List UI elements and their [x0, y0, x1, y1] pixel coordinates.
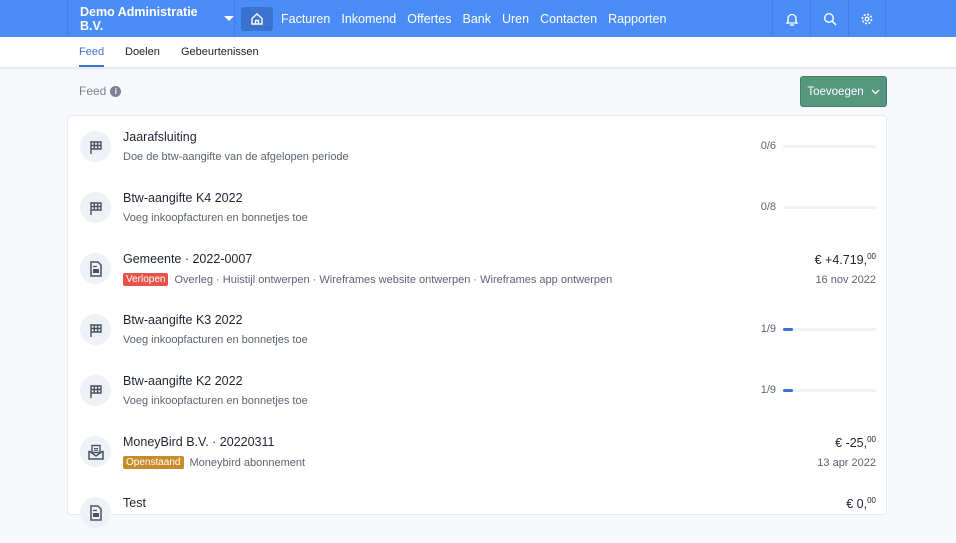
- settings-button[interactable]: [848, 0, 886, 37]
- main-nav: Facturen Inkomend Offertes Bank Uren Con…: [241, 0, 677, 37]
- item-amount: € +4.719,00: [815, 252, 876, 267]
- progress-label: 0/6: [760, 140, 776, 152]
- flag-icon: [80, 131, 111, 162]
- item-title: Gemeente · 2022-0007: [123, 252, 253, 266]
- progress: 0/8: [761, 201, 876, 213]
- add-label: Toevoegen: [807, 85, 864, 98]
- amount-value: € 0,: [846, 497, 868, 512]
- item-title: Test: [123, 496, 146, 510]
- feed-list: Jaarafsluiting Doe de btw-aangifte van de…: [67, 115, 888, 528]
- search-button[interactable]: [810, 0, 848, 37]
- item-date: 13 apr 2022: [817, 457, 876, 469]
- feed-item[interactable]: MoneyBird B.V. · 20220311 Openstaand Money…: [68, 421, 888, 482]
- status-badge: Verlopen: [123, 273, 169, 286]
- progress-fill: [783, 388, 794, 392]
- feed-item[interactable]: Btw-aangifte K4 2022 Voeg inkoopfacturen …: [68, 177, 888, 238]
- item-description: Voeg inkoopfacturen en bonnetjes toe: [123, 395, 308, 407]
- feed-item[interactable]: Btw-aangifte K2 2022 Voeg inkoopfacturen …: [68, 360, 888, 421]
- amount-value: € +4.719,: [814, 253, 868, 268]
- item-desc-text: Moneybird abonnement: [189, 456, 306, 469]
- info-icon[interactable]: i: [110, 85, 122, 97]
- item-title: Btw-aangifte K3 2022: [123, 313, 243, 327]
- item-title: Jaarafsluiting: [123, 130, 197, 144]
- home-icon: [251, 12, 263, 25]
- org-name: Demo Administratie B.V.: [80, 4, 198, 33]
- progress: 0/6: [761, 140, 876, 152]
- progress-bar: [783, 144, 876, 148]
- item-title: Btw-aangifte K2 2022: [123, 374, 243, 388]
- search-icon: [823, 12, 837, 26]
- chevron-down-icon: [871, 89, 880, 94]
- nav-facturen[interactable]: Facturen: [281, 12, 330, 26]
- bell-icon: [784, 13, 799, 26]
- nav-contacten[interactable]: Contacten: [540, 12, 597, 26]
- progress-fill: [783, 327, 794, 331]
- progress: 1/9: [761, 384, 876, 396]
- item-date: 16 nov 2022: [815, 274, 876, 286]
- progress-label: 0/8: [760, 201, 776, 213]
- nav-bank[interactable]: Bank: [462, 12, 491, 26]
- item-amount: € -25,00: [835, 435, 876, 450]
- flag-icon: [80, 375, 111, 406]
- item-desc-text: Voeg inkoopfacturen en bonnetjes toe: [123, 212, 308, 224]
- tab-gebeurtenissen[interactable]: Gebeurtenissen: [181, 37, 259, 67]
- feed-item[interactable]: Gemeente · 2022-0007 Verlopen Overleg · Hu…: [68, 238, 888, 299]
- amount-cents: 00: [867, 435, 876, 444]
- nav-rapporten[interactable]: Rapporten: [608, 12, 666, 26]
- item-description: Doe de btw-aangifte van de afgelopen per…: [123, 151, 349, 163]
- feed-item[interactable]: Jaarafsluiting Doe de btw-aangifte van de…: [68, 116, 888, 177]
- envelope-icon: [80, 436, 111, 467]
- top-bar: Demo Administratie B.V. Facturen Inkomen…: [0, 0, 956, 37]
- feed-item[interactable]: Test € 0,00: [68, 482, 888, 543]
- status-badge: Openstaand: [123, 456, 184, 469]
- amount-cents: 00: [867, 496, 876, 505]
- item-desc-text: Doe de btw-aangifte van de afgelopen per…: [123, 151, 349, 163]
- item-description: Voeg inkoopfacturen en bonnetjes toe: [123, 212, 308, 224]
- feed-item[interactable]: Btw-aangifte K3 2022 Voeg inkoopfacturen …: [68, 299, 888, 360]
- amount-value: € -25,: [835, 436, 868, 451]
- progress-label: 1/9: [760, 384, 776, 396]
- item-description: Openstaand Moneybird abonnement: [123, 456, 305, 469]
- flag-icon: [80, 192, 111, 223]
- item-title: MoneyBird B.V. · 20220311: [123, 435, 275, 449]
- caret-down-icon: [224, 16, 234, 21]
- progress: 1/9: [761, 323, 876, 335]
- nav-inkomend[interactable]: Inkomend: [341, 12, 396, 26]
- add-button[interactable]: Toevoegen: [800, 76, 887, 107]
- nav-offertes[interactable]: Offertes: [407, 12, 451, 26]
- tab-doelen[interactable]: Doelen: [125, 37, 160, 67]
- item-amount: € 0,00: [846, 496, 876, 511]
- tab-feed[interactable]: Feed: [79, 37, 105, 67]
- gear-icon: [861, 13, 873, 24]
- document-icon: [80, 253, 111, 284]
- notifications-button[interactable]: [772, 0, 810, 37]
- home-button[interactable]: [241, 6, 273, 31]
- progress-bar: [783, 388, 876, 392]
- progress-bar: [783, 205, 876, 209]
- item-title: Btw-aangifte K4 2022: [123, 191, 243, 205]
- feed-title: Feed: [79, 84, 107, 98]
- item-desc-text: Overleg · Huistijl ontwerpen · Wireframe…: [174, 273, 613, 286]
- item-desc-text: Voeg inkoopfacturen en bonnetjes toe: [123, 395, 308, 407]
- progress-bar: [783, 327, 876, 331]
- sub-nav: Feed Doelen Gebeurtenissen: [0, 37, 956, 69]
- organization-switcher[interactable]: Demo Administratie B.V.: [67, 0, 235, 37]
- nav-uren[interactable]: Uren: [502, 12, 529, 26]
- item-description: Voeg inkoopfacturen en bonnetjes toe: [123, 334, 308, 346]
- item-description: Verlopen Overleg · Huistijl ontwerpen · W…: [123, 273, 612, 286]
- item-desc-text: Voeg inkoopfacturen en bonnetjes toe: [123, 334, 308, 346]
- flag-icon: [80, 314, 111, 345]
- progress-label: 1/9: [760, 323, 776, 335]
- amount-cents: 00: [867, 252, 876, 261]
- feed-heading: Feed i: [79, 84, 122, 98]
